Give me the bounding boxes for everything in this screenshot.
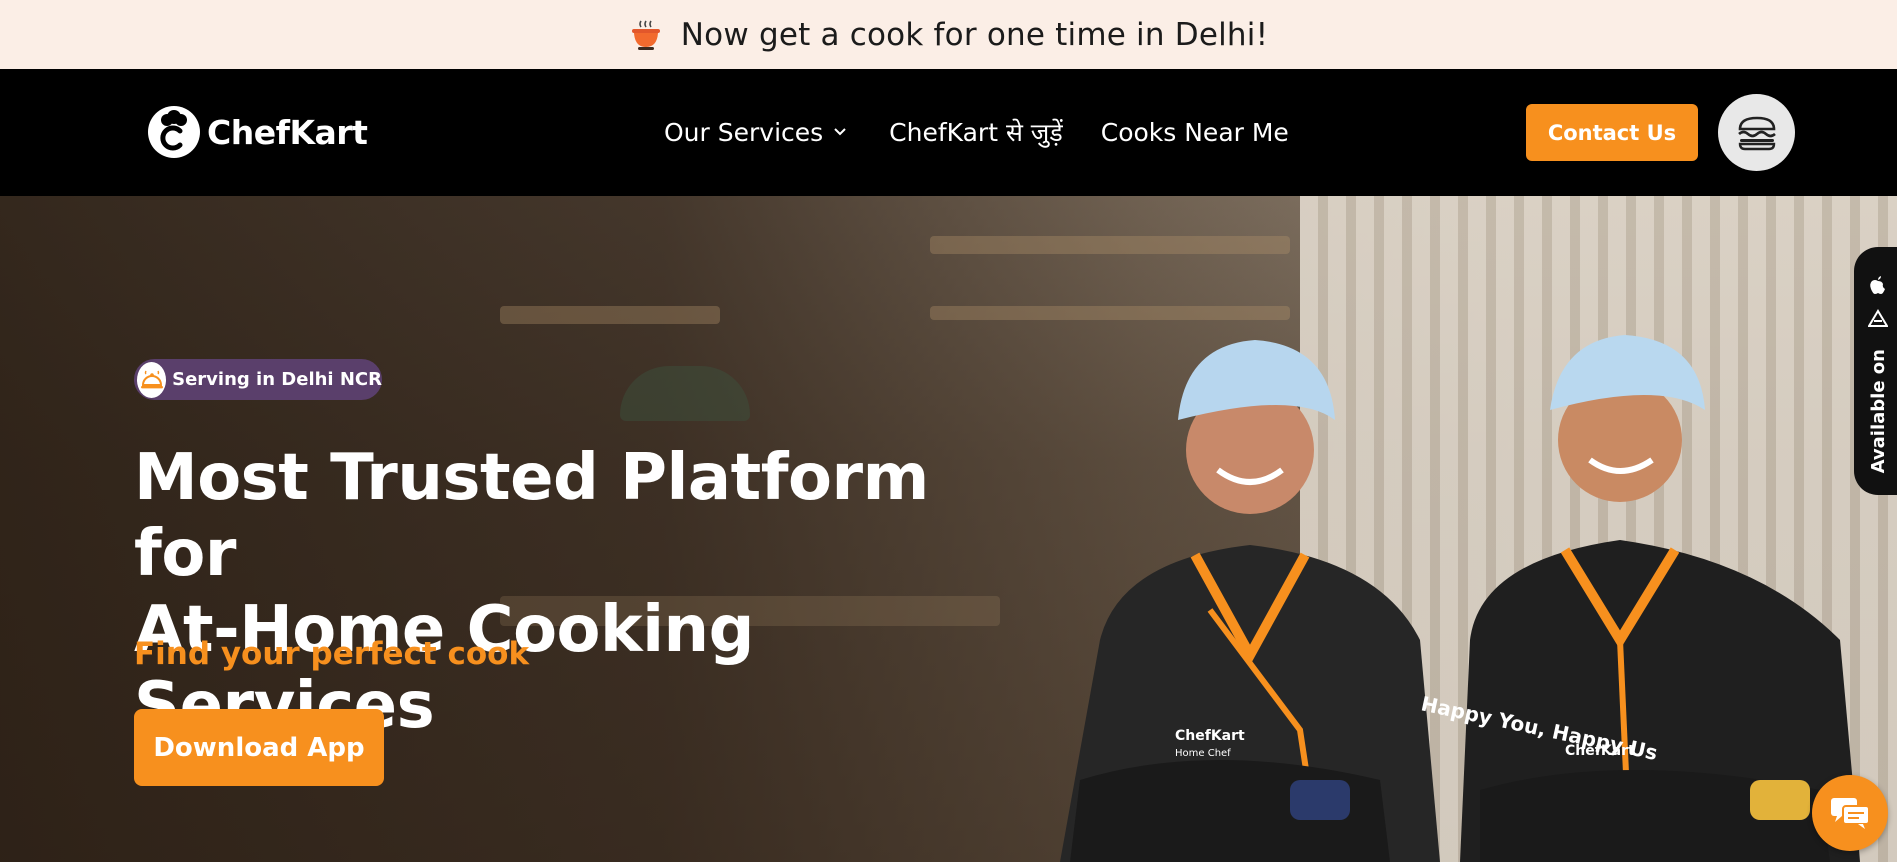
download-app-button[interactable]: Download App bbox=[134, 709, 384, 786]
hero-title-line-1: Most Trusted Platform for bbox=[134, 441, 929, 591]
shirt-brand-text: ChefKart bbox=[1175, 728, 1245, 744]
cloche-icon bbox=[137, 361, 167, 398]
background-lamp bbox=[620, 366, 750, 421]
background-shelf bbox=[500, 306, 720, 324]
nav-join-chefkart[interactable]: ChefKart से जुड़ें bbox=[889, 115, 1063, 149]
location-badge-text: Serving in Delhi NCR bbox=[172, 369, 382, 390]
hero-subtitle: Find your perfect cook bbox=[134, 636, 530, 672]
shirt-brand-text-2: ChefKart bbox=[1565, 743, 1635, 759]
nav-cooks-near-me[interactable]: Cooks Near Me bbox=[1101, 118, 1289, 147]
hero-title: Most Trusted Platform for At-Home Cookin… bbox=[134, 440, 1034, 744]
nav-join-chefkart-label: ChefKart से जुड़ें bbox=[889, 118, 1063, 147]
nav-our-services-label: Our Services bbox=[664, 117, 824, 147]
background-shelf bbox=[930, 236, 1290, 254]
nav-cooks-near-me-label: Cooks Near Me bbox=[1100, 117, 1289, 147]
menu-button[interactable] bbox=[1718, 94, 1795, 171]
burger-icon bbox=[1737, 116, 1776, 150]
available-on-label: Available on bbox=[1867, 349, 1889, 474]
announcement-text: Now get a cook for one time in Delhi! bbox=[680, 16, 1269, 53]
apple-icon[interactable] bbox=[1868, 275, 1888, 295]
nav-links: Our Services ChefKart से जुड़ें Cooks Ne… bbox=[664, 115, 1289, 149]
shirt-caption-text: Home Chef bbox=[1175, 748, 1231, 759]
brand-name: ChefKart bbox=[207, 112, 368, 152]
app-availability-tab[interactable]: Available on bbox=[1854, 247, 1897, 495]
contact-us-button[interactable]: Contact Us bbox=[1526, 104, 1698, 161]
announcement-bar[interactable]: Now get a cook for one time in Delhi! bbox=[0, 0, 1897, 69]
play-store-icon[interactable] bbox=[1868, 309, 1888, 329]
location-badge: Serving in Delhi NCR bbox=[134, 359, 382, 400]
chat-icon bbox=[1831, 798, 1870, 829]
bowl-icon bbox=[629, 18, 663, 52]
main-navbar: ChefKart Our Services ChefKart से जुड़ें… bbox=[0, 69, 1897, 196]
chat-button[interactable] bbox=[1812, 775, 1888, 851]
chefkart-logo[interactable]: ChefKart bbox=[147, 105, 368, 159]
chefs-illustration: ChefKart Home Chef Happy You, Happy Us C… bbox=[1060, 335, 1860, 862]
nav-our-services[interactable]: Our Services bbox=[664, 118, 847, 147]
chef-hat-logo-icon bbox=[148, 106, 200, 158]
chevron-down-icon bbox=[834, 128, 846, 136]
